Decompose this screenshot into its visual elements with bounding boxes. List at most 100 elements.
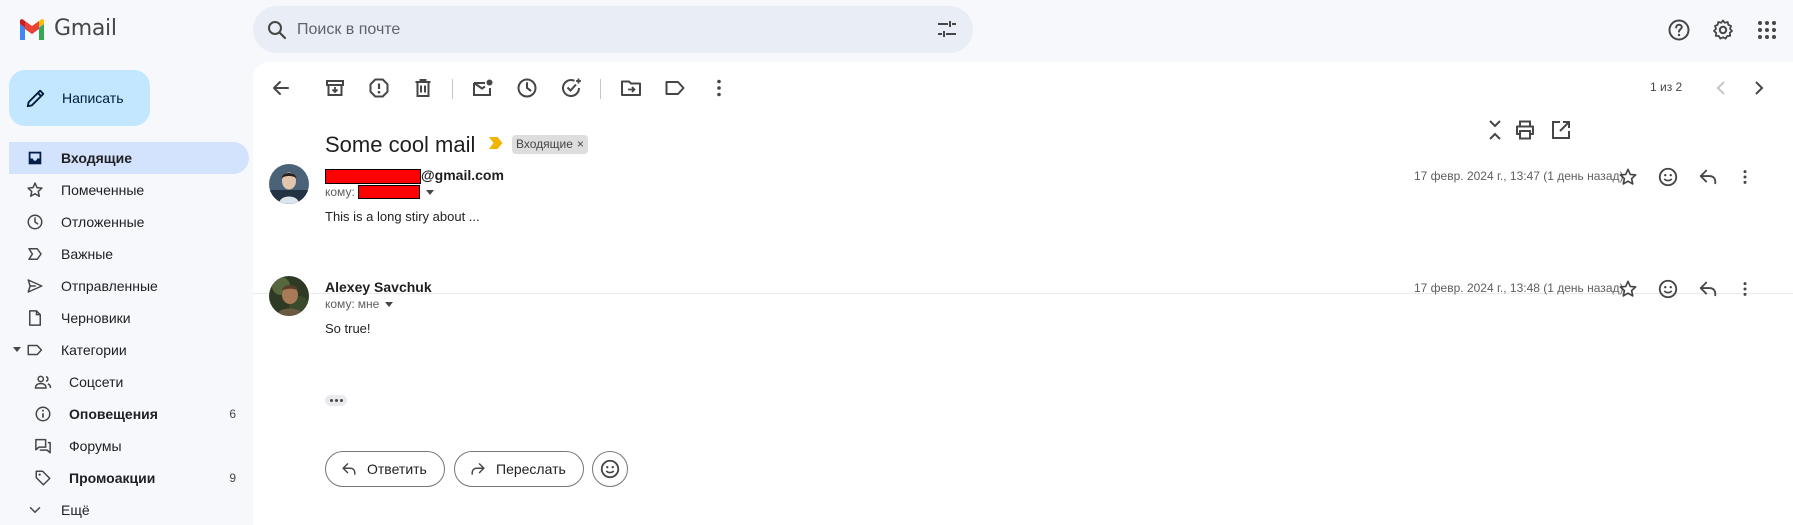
search-bar[interactable] <box>253 6 973 53</box>
message-view: 1 из 2 Some cool mail Входящие × @gmail.… <box>253 62 1793 525</box>
mark-unread-icon[interactable] <box>471 76 495 100</box>
sender-email-domain: @gmail.com <box>421 167 504 183</box>
chevron-down-icon <box>29 507 41 514</box>
reply-arrow-icon[interactable] <box>1697 167 1719 187</box>
dot <box>339 399 343 402</box>
add-to-tasks-icon[interactable] <box>559 76 583 100</box>
sidebar-item-label: Черновики <box>61 310 131 326</box>
importance-marker-icon[interactable] <box>489 137 503 149</box>
back-arrow-icon[interactable] <box>269 76 293 100</box>
gmail-logo-icon <box>20 18 44 40</box>
label-icon <box>27 344 43 356</box>
sidebar-item-label: Помеченные <box>61 182 145 198</box>
sender-avatar[interactable] <box>269 276 309 316</box>
emoji-reaction-button[interactable] <box>592 451 628 487</box>
sidebar-item-label: Ещё <box>61 502 90 518</box>
toolbar-divider <box>452 79 453 99</box>
sidebar-item-starred[interactable]: Помеченные <box>0 174 253 206</box>
sidebar-item-social[interactable]: Соцсети <box>0 366 253 398</box>
more-vert-icon[interactable] <box>1735 279 1755 299</box>
send-icon <box>27 279 43 293</box>
message-date: 17 февр. 2024 г., 13:48 (1 день назад) <box>1414 281 1624 295</box>
inbox-icon <box>28 151 42 165</box>
sidebar-item-label: Оповещения <box>69 406 158 422</box>
sidebar-item-categories[interactable]: Категории <box>0 334 253 366</box>
label-icon[interactable] <box>663 76 687 100</box>
more-vert-icon[interactable] <box>707 76 731 100</box>
compose-button[interactable]: Написать <box>9 70 150 126</box>
sender-address[interactable]: @gmail.com <box>325 167 504 184</box>
collapse-all-icon[interactable] <box>1483 118 1507 142</box>
sidebar-item-label: Входящие <box>61 150 132 166</box>
sidebar-item-snoozed[interactable]: Отложенные <box>0 206 253 238</box>
tag-icon <box>35 470 51 486</box>
profile-photo-icon <box>269 164 309 204</box>
move-to-folder-icon[interactable] <box>619 76 643 100</box>
reply-arrow-icon[interactable] <box>1697 279 1719 299</box>
recipient-name: мне <box>357 297 380 311</box>
expand-caret-icon[interactable] <box>13 347 21 352</box>
chevron-right-icon[interactable] <box>1749 76 1769 100</box>
important-icon <box>28 248 42 260</box>
reply-button[interactable]: Ответить <box>325 451 445 487</box>
sidebar-item-label: Отложенные <box>61 214 145 230</box>
remove-label-button[interactable]: × <box>577 137 584 151</box>
report-spam-icon[interactable] <box>367 76 391 100</box>
sidebar-item-label: Соцсети <box>69 374 124 390</box>
delete-trash-icon[interactable] <box>411 76 435 100</box>
sidebar-item-drafts[interactable]: Черновики <box>0 302 253 334</box>
apps-grid-icon[interactable] <box>1755 18 1779 42</box>
print-icon[interactable] <box>1513 118 1537 142</box>
search-options-icon[interactable] <box>935 17 959 41</box>
sender-avatar[interactable] <box>269 164 309 204</box>
recipient-prefix: кому: <box>325 297 355 311</box>
help-icon[interactable] <box>1667 18 1691 42</box>
sidebar-item-updates[interactable]: Оповещения 6 <box>0 398 253 430</box>
sidebar-item-more[interactable]: Ещё <box>0 494 253 525</box>
sidebar-item-label: Категории <box>61 342 127 358</box>
forward-arrow-icon <box>471 463 485 475</box>
reply-arrow-icon <box>342 463 356 475</box>
star-icon[interactable] <box>1618 279 1638 299</box>
sidebar-item-sent[interactable]: Отправленные <box>0 270 253 302</box>
search-input[interactable] <box>297 20 897 39</box>
message-body: So true! <box>325 321 371 336</box>
show-details-dropdown-icon[interactable] <box>425 189 434 195</box>
forward-button[interactable]: Переслать <box>454 451 584 487</box>
sidebar-item-label: Промоакции <box>69 470 156 486</box>
sidebar-item-label: Форумы <box>69 438 122 454</box>
search-icon[interactable] <box>265 18 289 42</box>
more-vert-icon[interactable] <box>1735 167 1755 187</box>
open-in-new-window-icon[interactable] <box>1549 118 1573 142</box>
sidebar-item-forums[interactable]: Форумы <box>0 430 253 462</box>
show-details-dropdown-icon[interactable] <box>385 301 394 307</box>
sidebar-nav: Входящие Помеченные Отложенные Важные От… <box>0 142 253 525</box>
sidebar-item-important[interactable]: Важные <box>0 238 253 270</box>
snooze-clock-icon[interactable] <box>515 76 539 100</box>
sender-name[interactable]: Alexey Savchuk <box>325 279 432 295</box>
archive-icon[interactable] <box>323 76 347 100</box>
inbox-label-chip: Входящие × <box>512 135 588 154</box>
thread-subject: Some cool mail <box>325 132 476 157</box>
reply-button-label: Ответить <box>367 461 427 477</box>
settings-gear-icon[interactable] <box>1711 18 1735 42</box>
gmail-logo[interactable]: Gmail <box>18 16 117 41</box>
profile-photo-icon <box>269 276 309 316</box>
show-trimmed-content-button[interactable] <box>325 395 347 406</box>
add-reaction-emoji-icon[interactable] <box>1657 166 1679 188</box>
recipient-line: кому: <box>325 185 434 199</box>
forum-icon <box>35 438 51 454</box>
draft-icon <box>29 310 41 326</box>
sidebar-item-promotions[interactable]: Промоакции 9 <box>0 462 253 494</box>
sidebar-item-inbox[interactable]: Входящие <box>9 142 249 174</box>
chevron-left-icon[interactable] <box>1711 76 1731 100</box>
recipient-prefix: кому: <box>325 185 355 199</box>
star-icon <box>27 182 43 197</box>
clock-icon <box>27 214 43 230</box>
people-icon <box>34 375 52 389</box>
add-reaction-emoji-icon[interactable] <box>1657 278 1679 300</box>
emoji-smile-icon <box>600 459 620 479</box>
star-icon[interactable] <box>1618 167 1638 187</box>
pencil-icon <box>26 89 45 108</box>
dot <box>334 399 338 402</box>
